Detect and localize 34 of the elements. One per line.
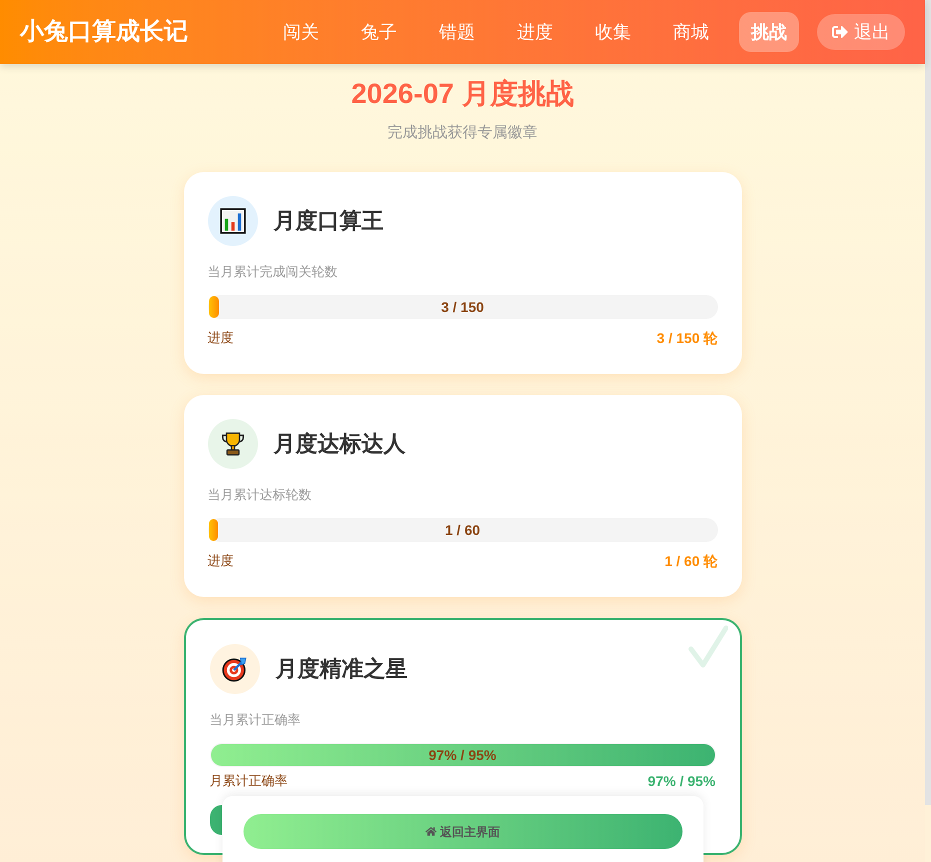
nav-tab[interactable]: 闯关 [271, 12, 331, 52]
nav-tab[interactable]: 错题 [427, 12, 487, 52]
app-logo: 小兔口算成长记 [20, 17, 188, 47]
progress-text: 97% / 95% [428, 746, 496, 765]
nav-tab[interactable]: 进度 [505, 12, 565, 52]
challenge-title: 月度精准之星 [276, 655, 408, 683]
progress-value: 3 / 150 轮 [656, 329, 718, 348]
nav-tab[interactable]: 商城 [661, 12, 721, 52]
progress-label: 进度 [208, 552, 234, 570]
page-title: 2026-07 月度挑战 [351, 77, 574, 111]
page-subtitle: 完成挑战获得专属徽章 [388, 123, 538, 143]
trophy-icon [220, 431, 246, 457]
challenge-description: 当月累计达标轮数 [208, 486, 312, 504]
progress-label: 进度 [208, 329, 234, 347]
back-home-button[interactable]: 返回主界面 [243, 814, 682, 849]
scrollbar-thumb[interactable] [925, 0, 931, 805]
progress-value: 1 / 60 轮 [664, 552, 718, 571]
target-icon [222, 656, 248, 682]
home-icon [425, 826, 436, 837]
progress-label: 月累计正确率 [210, 772, 288, 790]
progress-text: 3 / 150 [441, 298, 484, 317]
bar-chart-icon [220, 208, 246, 234]
progress-value: 97% / 95% [648, 772, 716, 791]
nav-tab[interactable]: 兔子 [349, 12, 409, 52]
challenge-title: 月度达标达人 [274, 430, 406, 458]
progress-text: 1 / 60 [444, 521, 480, 540]
challenge-description: 当月累计正确率 [210, 711, 302, 729]
logout-icon [832, 24, 848, 40]
nav-tab[interactable]: 收集 [583, 12, 643, 52]
pill-button[interactable] [210, 805, 222, 835]
challenge-description: 当月累计完成闯关轮数 [208, 263, 338, 281]
nav-tab[interactable]: 挑战 [739, 12, 799, 52]
challenge-title: 月度口算王 [274, 207, 384, 235]
logout-button[interactable]: 退出 [817, 14, 905, 50]
